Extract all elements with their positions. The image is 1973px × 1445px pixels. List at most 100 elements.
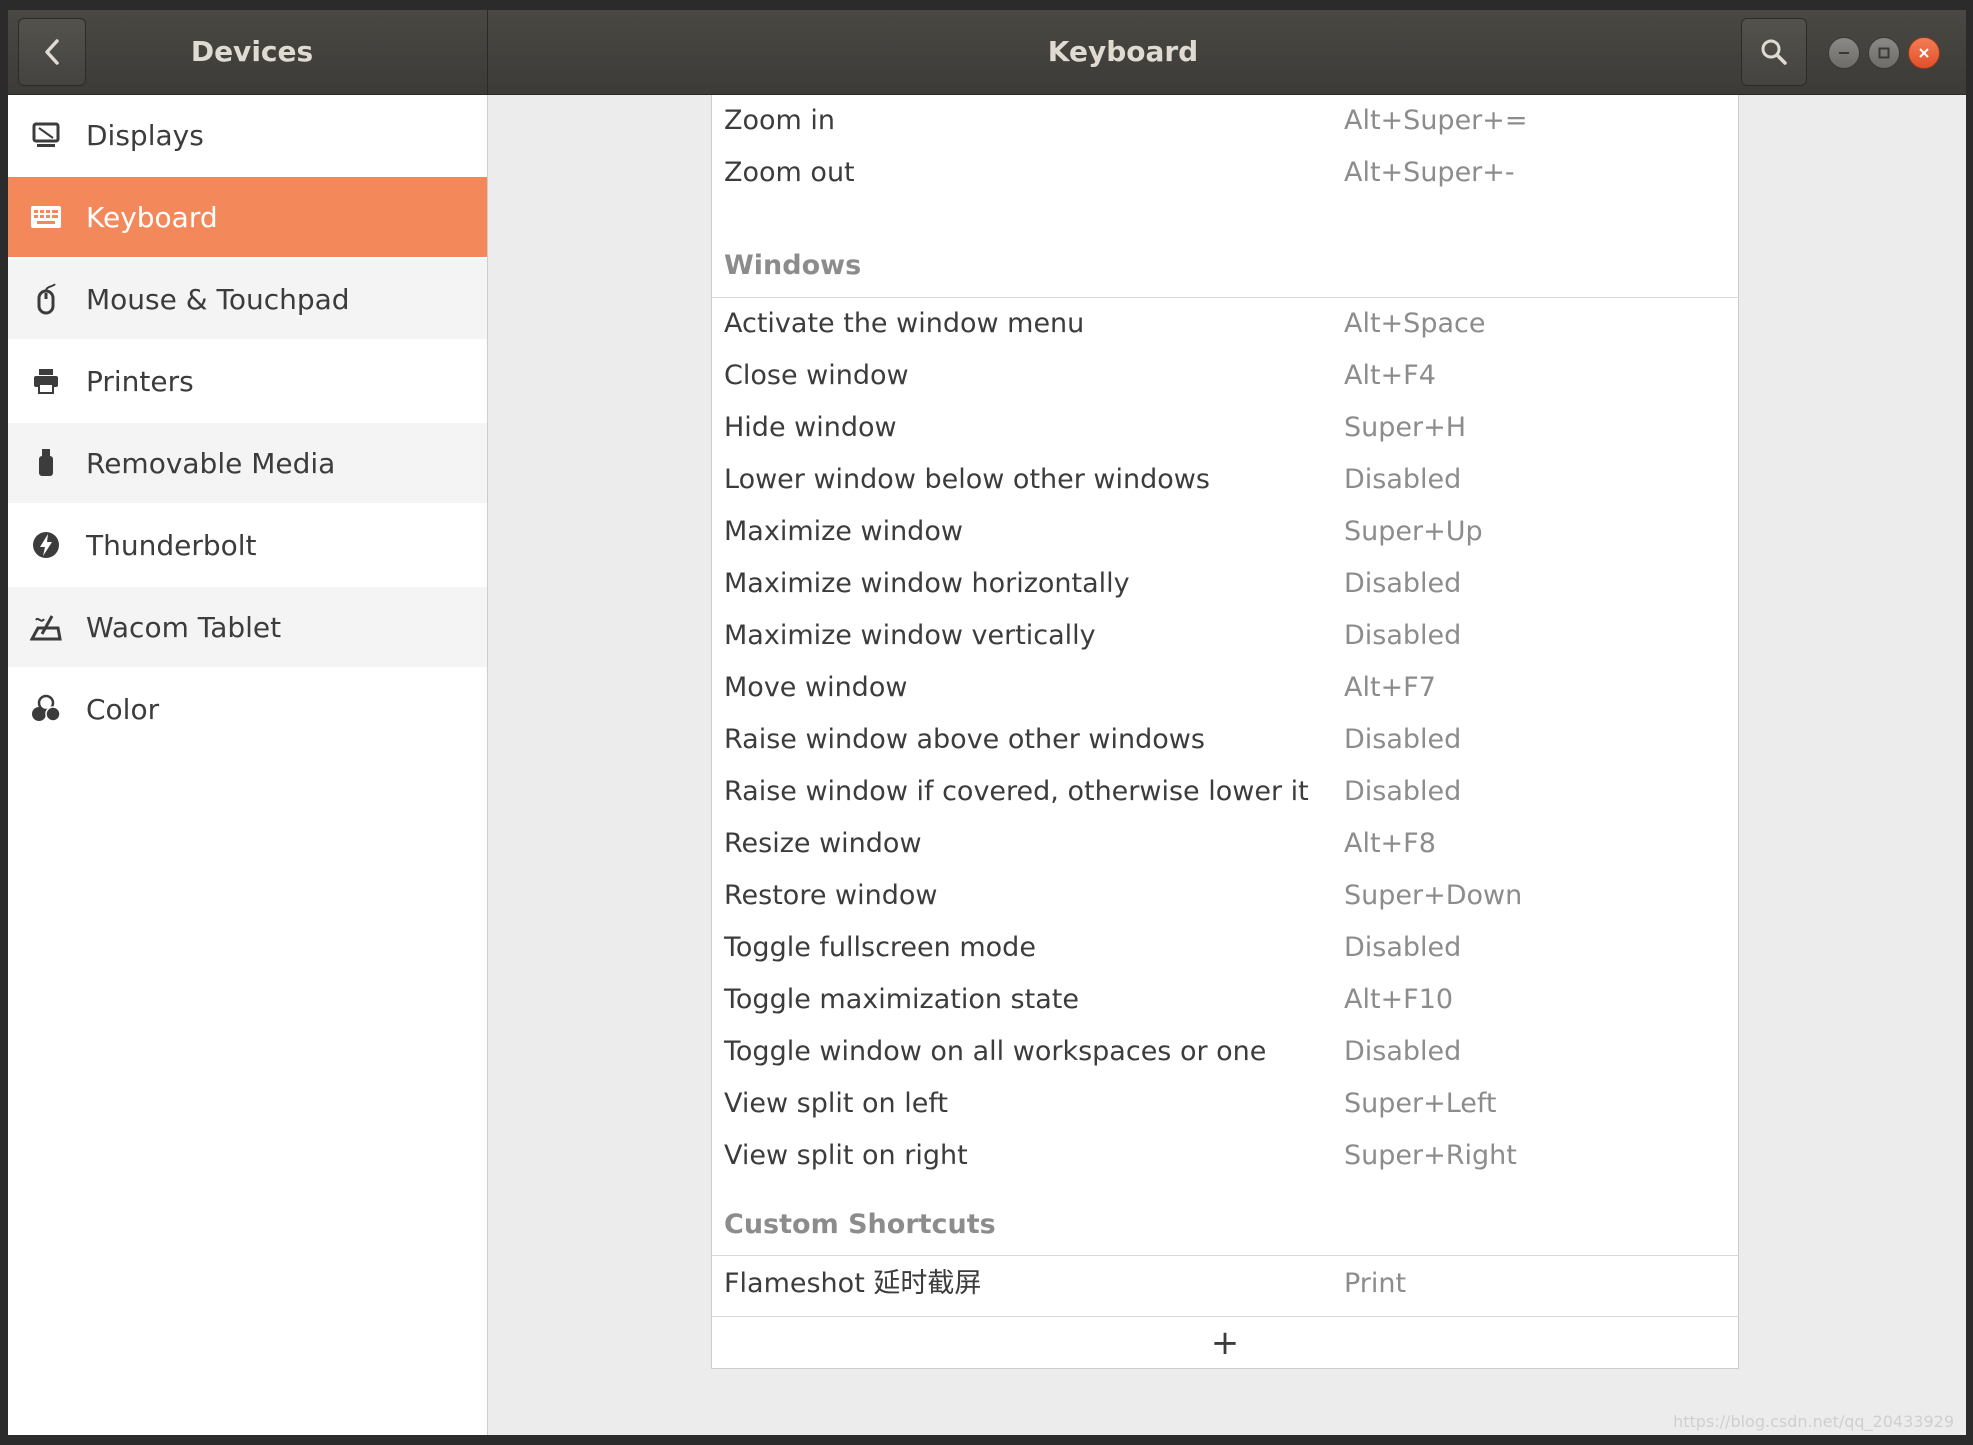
sidebar-item-label: Mouse & Touchpad bbox=[86, 282, 350, 316]
shortcut-accelerator: Disabled bbox=[1344, 1036, 1462, 1067]
shortcut-row[interactable]: View split on left Super+Left bbox=[712, 1079, 1738, 1129]
shortcut-accelerator: Disabled bbox=[1344, 464, 1462, 495]
shortcut-action: Zoom out bbox=[724, 157, 855, 188]
shortcut-accelerator: Disabled bbox=[1344, 724, 1462, 755]
shortcut-row[interactable]: Resize window Alt+F8 bbox=[712, 819, 1738, 869]
keyboard-icon bbox=[30, 201, 62, 233]
shortcut-row[interactable]: Raise window above other windows Disable… bbox=[712, 715, 1738, 765]
shortcut-action: Maximize window vertically bbox=[724, 620, 1096, 651]
sidebar-item-wacom-tablet[interactable]: Wacom Tablet bbox=[8, 587, 487, 667]
close-button[interactable] bbox=[1908, 37, 1940, 69]
section-divider bbox=[712, 297, 1738, 298]
mouse-icon bbox=[30, 283, 62, 315]
sidebar-item-mouse-touchpad[interactable]: Mouse & Touchpad bbox=[8, 259, 487, 339]
maximize-icon bbox=[1878, 47, 1890, 59]
shortcut-row[interactable]: Close window Alt+F4 bbox=[712, 351, 1738, 401]
shortcut-action: Toggle window on all workspaces or one bbox=[724, 1036, 1267, 1067]
tablet-icon bbox=[30, 611, 62, 643]
section-divider bbox=[712, 1255, 1738, 1256]
shortcut-accelerator: Alt+F7 bbox=[1344, 672, 1436, 703]
shortcut-row[interactable]: Toggle maximization state Alt+F10 bbox=[712, 975, 1738, 1025]
add-custom-shortcut-button[interactable]: + bbox=[712, 1317, 1738, 1369]
shortcut-action: Activate the window menu bbox=[724, 308, 1085, 339]
minimize-button[interactable] bbox=[1828, 37, 1860, 69]
shortcut-accelerator: Super+H bbox=[1344, 412, 1467, 443]
shortcut-accelerator: Super+Down bbox=[1344, 880, 1523, 911]
keyboard-shortcuts-content: Zoom in Alt+Super+= Zoom out Alt+Super+-… bbox=[488, 95, 1966, 1435]
sidebar-item-label: Displays bbox=[86, 118, 204, 152]
usb-drive-icon bbox=[30, 447, 62, 479]
watermark: https://blog.csdn.net/qq_20433929 bbox=[1673, 1412, 1954, 1431]
sidebar-item-keyboard[interactable]: Keyboard bbox=[8, 177, 487, 257]
shortcut-action: Raise window above other windows bbox=[724, 724, 1205, 755]
shortcut-row[interactable]: View split on right Super+Right bbox=[712, 1131, 1738, 1181]
shortcut-accelerator: Alt+F10 bbox=[1344, 984, 1454, 1015]
maximize-button[interactable] bbox=[1868, 37, 1900, 69]
shortcut-action: Zoom in bbox=[724, 105, 836, 136]
page-title: Keyboard bbox=[1047, 35, 1199, 68]
shortcut-action: Maximize window bbox=[724, 516, 963, 547]
sidebar-item-displays[interactable]: Displays bbox=[8, 95, 487, 175]
shortcut-row[interactable]: Maximize window horizontally Disabled bbox=[712, 559, 1738, 609]
sidebar-item-printers[interactable]: Printers bbox=[8, 341, 487, 421]
shortcut-accelerator: Super+Up bbox=[1344, 516, 1483, 547]
shortcut-row-zoom-in[interactable]: Zoom in Alt+Super+= bbox=[712, 96, 1738, 146]
sidebar-item-thunderbolt[interactable]: Thunderbolt bbox=[8, 505, 487, 585]
shortcut-row[interactable]: Toggle fullscreen mode Disabled bbox=[712, 923, 1738, 973]
shortcut-row[interactable]: Raise window if covered, otherwise lower… bbox=[712, 767, 1738, 817]
chevron-left-icon bbox=[45, 39, 59, 65]
shortcut-row[interactable]: Lower window below other windows Disable… bbox=[712, 455, 1738, 505]
sidebar-item-label: Thunderbolt bbox=[86, 528, 257, 562]
shortcut-accelerator: Super+Right bbox=[1344, 1140, 1517, 1171]
sidebar-item-removable-media[interactable]: Removable Media bbox=[8, 423, 487, 503]
shortcut-accelerator: Alt+Space bbox=[1344, 308, 1486, 339]
settings-window: Devices Keyboard Displays Keyboard Mouse… bbox=[8, 10, 1966, 1435]
sidebar-item-label: Keyboard bbox=[86, 200, 218, 234]
shortcut-accelerator: Disabled bbox=[1344, 932, 1462, 963]
devices-sidebar: Displays Keyboard Mouse & Touchpad Print… bbox=[8, 95, 488, 1435]
sidebar-item-label: Removable Media bbox=[86, 446, 336, 480]
shortcut-action: View split on right bbox=[724, 1140, 968, 1171]
sidebar-item-label: Wacom Tablet bbox=[86, 610, 282, 644]
shortcut-action: Close window bbox=[724, 360, 909, 391]
search-icon bbox=[1761, 39, 1787, 65]
shortcut-accelerator: Disabled bbox=[1344, 568, 1462, 599]
shortcut-accelerator: Print bbox=[1344, 1268, 1407, 1299]
sidebar-item-label: Printers bbox=[86, 364, 194, 398]
shortcut-row[interactable]: Activate the window menu Alt+Space bbox=[712, 299, 1738, 349]
shortcut-action: Toggle fullscreen mode bbox=[724, 932, 1036, 963]
shortcut-accelerator: Alt+F4 bbox=[1344, 360, 1436, 391]
custom-shortcut-row[interactable]: Flameshot 延时截屏 Print bbox=[712, 1259, 1738, 1309]
shortcut-action: Resize window bbox=[724, 828, 922, 859]
back-button[interactable] bbox=[18, 18, 86, 86]
search-button[interactable] bbox=[1741, 18, 1807, 86]
shortcut-row[interactable]: Hide window Super+H bbox=[712, 403, 1738, 453]
section-header-custom-shortcuts: Custom Shortcuts bbox=[724, 1209, 996, 1240]
shortcut-accelerator: Disabled bbox=[1344, 620, 1462, 651]
shortcut-action: Flameshot 延时截屏 bbox=[724, 1268, 982, 1299]
shortcut-row[interactable]: Restore window Super+Down bbox=[712, 871, 1738, 921]
shortcut-accelerator: Alt+F8 bbox=[1344, 828, 1436, 859]
color-icon bbox=[30, 693, 62, 725]
shortcut-action: Lower window below other windows bbox=[724, 464, 1210, 495]
shortcut-row[interactable]: Toggle window on all workspaces or one D… bbox=[712, 1027, 1738, 1077]
minimize-icon bbox=[1839, 52, 1849, 54]
thunderbolt-icon bbox=[30, 529, 62, 561]
shortcut-action: Maximize window horizontally bbox=[724, 568, 1130, 599]
shortcut-action: Toggle maximization state bbox=[724, 984, 1079, 1015]
section-header-windows: Windows bbox=[724, 250, 862, 281]
shortcut-accelerator: Super+Left bbox=[1344, 1088, 1497, 1119]
printer-icon bbox=[30, 365, 62, 397]
shortcut-row[interactable]: Maximize window vertically Disabled bbox=[712, 611, 1738, 661]
shortcut-accelerator: Disabled bbox=[1344, 776, 1462, 807]
shortcut-row[interactable]: Move window Alt+F7 bbox=[712, 663, 1738, 713]
shortcut-accelerator: Alt+Super+= bbox=[1344, 105, 1528, 136]
shortcut-action: Move window bbox=[724, 672, 908, 703]
shortcut-row-zoom-out[interactable]: Zoom out Alt+Super+- bbox=[712, 148, 1738, 198]
shortcut-action: Restore window bbox=[724, 880, 938, 911]
display-icon bbox=[30, 119, 62, 151]
sidebar-item-color[interactable]: Color bbox=[8, 669, 487, 749]
shortcut-row[interactable]: Maximize window Super+Up bbox=[712, 507, 1738, 557]
sidebar-item-label: Color bbox=[86, 692, 160, 726]
shortcut-list: Zoom in Alt+Super+= Zoom out Alt+Super+-… bbox=[711, 95, 1739, 1369]
